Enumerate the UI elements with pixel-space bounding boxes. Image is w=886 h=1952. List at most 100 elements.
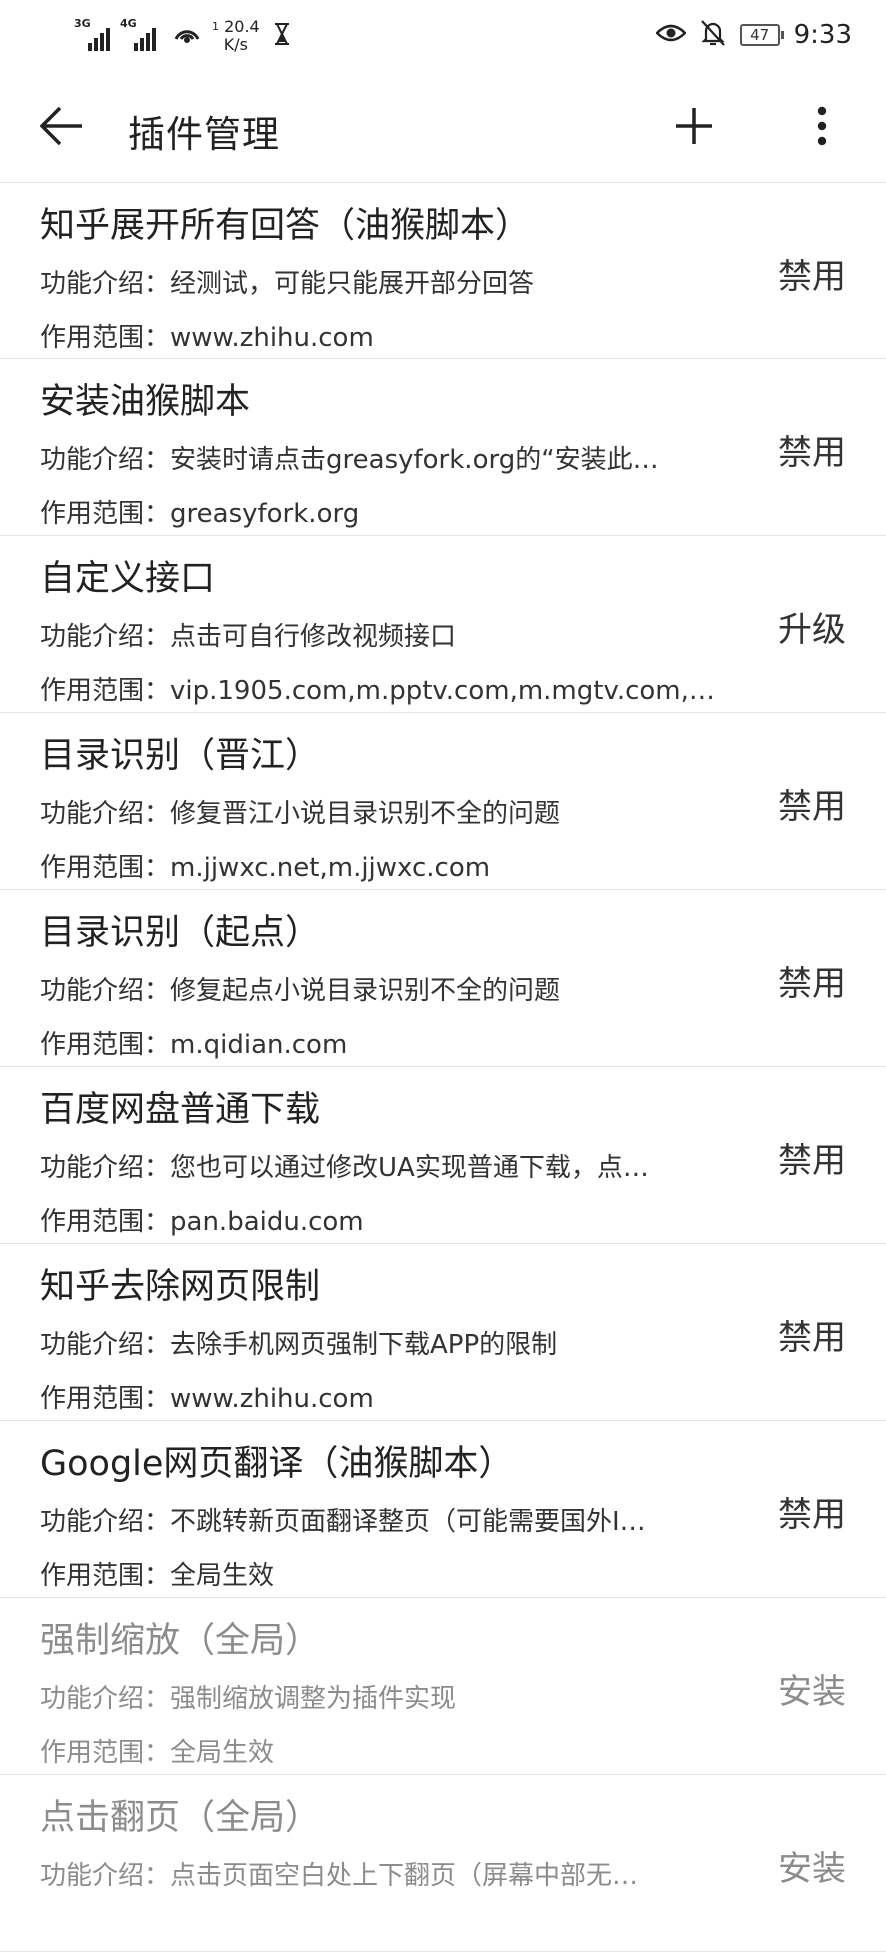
desc-label: 功能介绍： (40, 1330, 171, 1360)
more-options-button[interactable] (790, 94, 854, 158)
back-arrow-icon (40, 106, 82, 146)
plugin-item[interactable]: 自定义接口 功能介绍：点击可自行修改视频接口 作用范围：vip.1905.com… (0, 536, 886, 713)
plugin-description: 功能介绍：不跳转新页面翻译整页（可能需要国外I… (40, 1501, 646, 1538)
scope-text: vip.1905.com,m.pptv.com,m.mgtv.com,… (170, 676, 715, 706)
plugin-scope: 作用范围：www.zhihu.com (40, 317, 374, 354)
more-vertical-icon (817, 106, 827, 146)
plugin-name: 目录识别（起点） (40, 913, 321, 953)
plugin-item[interactable]: 百度网盘普通下载 功能介绍：您也可以通过修改UA实现普通下载，点… 作用范围：p… (0, 1067, 886, 1244)
plugin-description: 功能介绍：经测试，可能只能展开部分回答 (40, 263, 534, 300)
plugin-scope: 作用范围：vip.1905.com,m.pptv.com,m.mgtv.com,… (40, 670, 715, 707)
hourglass-icon (274, 23, 290, 49)
scope-text: pan.baidu.com (170, 1207, 364, 1237)
scope-text: m.qidian.com (170, 1030, 348, 1060)
desc-label: 功能介绍： (40, 799, 171, 829)
desc-text: 修复晋江小说目录识别不全的问题 (170, 799, 561, 829)
scope-text: greasyfork.org (170, 499, 360, 529)
signal-4g-icon: 4G (120, 17, 158, 51)
plugin-scope: 作用范围：m.jjwxc.net,m.jjwxc.com (40, 847, 490, 884)
page-title: 插件管理 (128, 113, 280, 156)
scope-text: 全局生效 (170, 1738, 275, 1768)
plugin-item[interactable]: 目录识别（晋江） 功能介绍：修复晋江小说目录识别不全的问题 作用范围：m.jjw… (0, 713, 886, 890)
add-plugin-button[interactable] (662, 94, 726, 158)
battery-level: 47 (750, 26, 770, 44)
plugin-scope: 作用范围：pan.baidu.com (40, 1201, 364, 1238)
scope-text: www.zhihu.com (170, 323, 374, 353)
plugin-description: 功能介绍：强制缩放调整为插件实现 (40, 1678, 456, 1715)
plugin-name: 自定义接口 (40, 559, 216, 599)
plugin-scope: 作用范围：全局生效 (40, 1555, 274, 1592)
desc-text: 点击页面空白处上下翻页（屏幕中部无… (170, 1861, 639, 1891)
scope-label: 作用范围： (40, 1738, 171, 1768)
desc-label: 功能介绍： (40, 445, 171, 475)
plugin-name: 百度网盘普通下载 (40, 1090, 321, 1130)
network-speed: 1 20.4 K/s (212, 18, 260, 54)
hotspot-icon (172, 19, 202, 53)
speed-unit: K/s (223, 35, 248, 54)
plugin-name: 目录识别（晋江） (40, 736, 321, 776)
install-button[interactable]: 安装 (778, 1841, 846, 1890)
plugin-name: 安装油猴脚本 (40, 382, 251, 422)
disable-button[interactable]: 禁用 (778, 1133, 846, 1182)
scope-label: 作用范围： (40, 499, 171, 529)
plugin-description: 功能介绍：去除手机网页强制下载APP的限制 (40, 1324, 557, 1361)
plugin-description: 功能介绍：您也可以通过修改UA实现普通下载，点… (40, 1147, 649, 1184)
plugin-description: 功能介绍：点击可自行修改视频接口 (40, 616, 456, 653)
app-toolbar: 插件管理 (0, 70, 886, 182)
plugin-item[interactable]: 强制缩放（全局） 功能介绍：强制缩放调整为插件实现 作用范围：全局生效 安装 (0, 1598, 886, 1775)
scope-label: 作用范围： (40, 676, 171, 706)
disable-button[interactable]: 禁用 (778, 425, 846, 474)
disable-button[interactable]: 禁用 (778, 956, 846, 1005)
plugin-scope: 作用范围：greasyfork.org (40, 493, 359, 530)
plugin-name: 知乎去除网页限制 (40, 1267, 321, 1307)
scope-text: 全局生效 (170, 1561, 275, 1591)
plugin-list: 知乎展开所有回答（油猴脚本） 功能介绍：经测试，可能只能展开部分回答 作用范围：… (0, 182, 886, 1952)
plugin-scope: 作用范围：m.qidian.com (40, 1024, 347, 1061)
scope-label: 作用范围： (40, 1030, 171, 1060)
plugin-item[interactable]: 知乎展开所有回答（油猴脚本） 功能介绍：经测试，可能只能展开部分回答 作用范围：… (0, 182, 886, 359)
plugin-name: Google网页翻译（油猴脚本） (40, 1444, 514, 1484)
scope-label: 作用范围： (40, 1207, 171, 1237)
scope-text: www.zhihu.com (170, 1384, 374, 1414)
plugin-item[interactable]: 知乎去除网页限制 功能介绍：去除手机网页强制下载APP的限制 作用范围：www.… (0, 1244, 886, 1421)
back-button[interactable] (30, 94, 94, 158)
bell-off-icon (700, 19, 726, 51)
desc-text: 您也可以通过修改UA实现普通下载，点… (170, 1153, 649, 1183)
battery-icon: 47 (739, 24, 784, 46)
scope-text: m.jjwxc.net,m.jjwxc.com (170, 853, 491, 883)
desc-label: 功能介绍： (40, 976, 171, 1006)
disable-button[interactable]: 禁用 (778, 1310, 846, 1359)
upgrade-button[interactable]: 升级 (778, 602, 846, 651)
speed-value: 20.4 (224, 17, 260, 36)
disable-button[interactable]: 禁用 (778, 1487, 846, 1536)
desc-label: 功能介绍： (40, 622, 171, 652)
hotspot-count: 1 (212, 20, 219, 33)
desc-text: 不跳转新页面翻译整页（可能需要国外I… (170, 1507, 646, 1537)
desc-label: 功能介绍： (40, 1153, 171, 1183)
signal-4g-label: 4G (120, 17, 137, 30)
desc-text: 安装时请点击greasyfork.org的“安装此… (170, 445, 659, 475)
disable-button[interactable]: 禁用 (778, 249, 846, 298)
desc-label: 功能介绍： (40, 1861, 171, 1891)
desc-text: 经测试，可能只能展开部分回答 (170, 269, 535, 299)
signal-3g-icon: 3G (74, 17, 112, 51)
status-bar-left: 3G 4G 1 20.4 K/s (74, 16, 290, 56)
desc-text: 去除手机网页强制下载APP的限制 (170, 1330, 558, 1360)
scope-label: 作用范围： (40, 323, 171, 353)
disable-button[interactable]: 禁用 (778, 779, 846, 828)
plugin-name: 点击翻页（全局） (40, 1798, 321, 1838)
plugin-scope: 作用范围：全局生效 (40, 1732, 274, 1769)
plugin-description: 功能介绍：修复晋江小说目录识别不全的问题 (40, 793, 560, 830)
plugin-description: 功能介绍：安装时请点击greasyfork.org的“安装此… (40, 439, 659, 476)
status-bar: 3G 4G 1 20.4 K/s 47 9:33 (0, 0, 886, 70)
scope-label: 作用范围： (40, 1561, 171, 1591)
plugin-item[interactable]: 安装油猴脚本 功能介绍：安装时请点击greasyfork.org的“安装此… 作… (0, 359, 886, 536)
plugin-item[interactable]: 点击翻页（全局） 功能介绍：点击页面空白处上下翻页（屏幕中部无… 安装 (0, 1775, 886, 1952)
plugin-item[interactable]: Google网页翻译（油猴脚本） 功能介绍：不跳转新页面翻译整页（可能需要国外I… (0, 1421, 886, 1598)
plugin-description: 功能介绍：修复起点小说目录识别不全的问题 (40, 970, 560, 1007)
desc-text: 修复起点小说目录识别不全的问题 (170, 976, 561, 1006)
install-button[interactable]: 安装 (778, 1664, 846, 1713)
plugin-item[interactable]: 目录识别（起点） 功能介绍：修复起点小说目录识别不全的问题 作用范围：m.qid… (0, 890, 886, 1067)
plugin-scope: 作用范围：www.zhihu.com (40, 1378, 374, 1415)
signal-3g-label: 3G (74, 17, 91, 30)
